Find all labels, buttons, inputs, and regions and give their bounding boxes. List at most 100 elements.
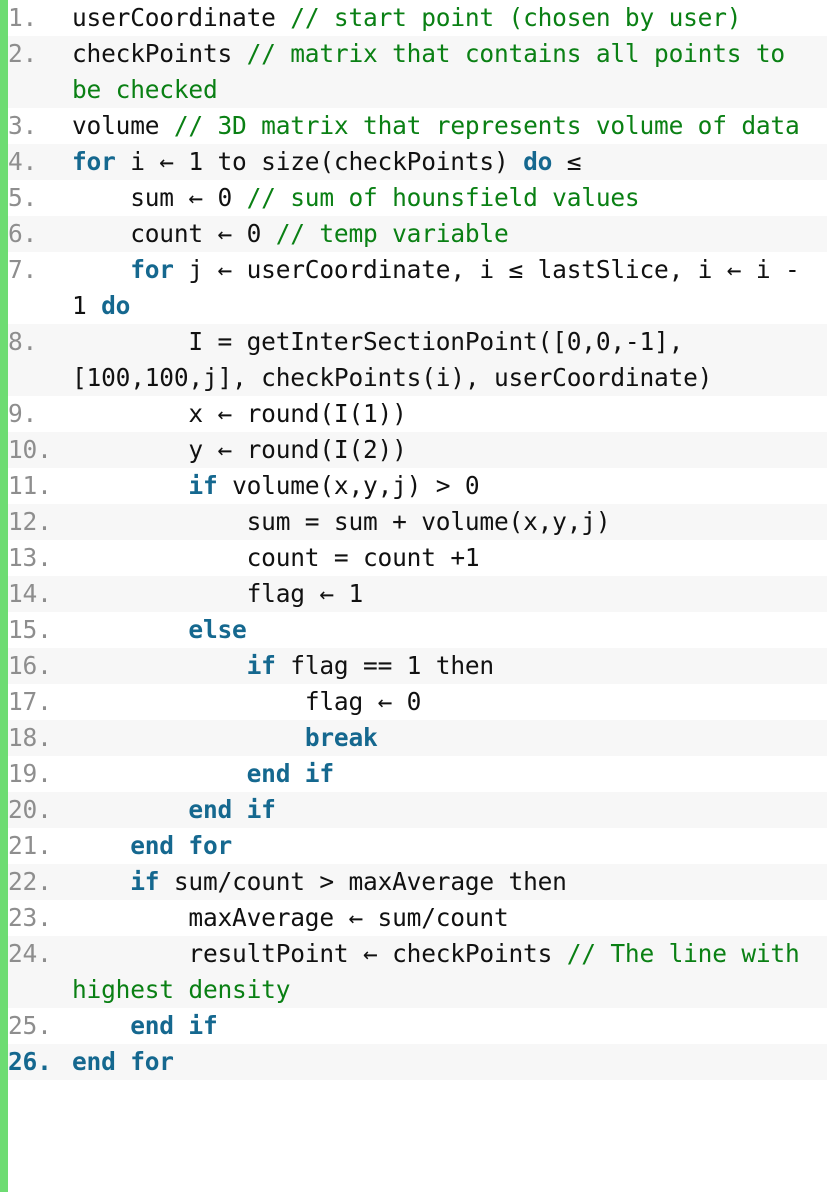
line-number: 21. bbox=[8, 831, 52, 860]
token-plain: volume bbox=[72, 111, 174, 140]
token-comment: // sum of hounsfield values bbox=[246, 183, 640, 212]
code-text: y ← round(I(2)) bbox=[72, 432, 827, 468]
code-line: 12. sum = sum + volume(x,y,j) bbox=[8, 504, 827, 540]
code-line: 21. end for bbox=[8, 828, 827, 864]
line-number: 18. bbox=[8, 723, 52, 752]
token-keyword: end if bbox=[130, 1011, 218, 1040]
token-plain: sum ← 0 bbox=[72, 183, 247, 212]
code-line: 26. end for bbox=[8, 1044, 827, 1080]
token-plain: i ← 1 to size(checkPoints) bbox=[115, 147, 524, 176]
line-number: 22. bbox=[8, 867, 52, 896]
code-text: count ← 0 // temp variable bbox=[72, 216, 827, 252]
token-plain: y ← round(I(2)) bbox=[72, 435, 407, 464]
line-number: 25. bbox=[8, 1011, 52, 1040]
code-text: for j ← userCoordinate, i ≤ lastSlice, i… bbox=[72, 252, 827, 324]
token-plain: count = count +1 bbox=[72, 543, 480, 572]
line-number: 19. bbox=[8, 759, 52, 788]
code-line: 17. flag ← 0 bbox=[8, 684, 827, 720]
line-number: 9. bbox=[8, 399, 38, 428]
code-text: end if bbox=[72, 792, 827, 828]
line-number: 24. bbox=[8, 939, 52, 968]
code-line: 15. else bbox=[8, 612, 827, 648]
code-text: end if bbox=[72, 756, 827, 792]
code-text: resultPoint ← checkPoints // The line wi… bbox=[72, 936, 827, 1008]
code-line: 20. end if bbox=[8, 792, 827, 828]
line-number: 2. bbox=[8, 39, 38, 68]
token-keyword: for bbox=[130, 255, 174, 284]
line-number: 16. bbox=[8, 651, 52, 680]
code-line: 25. end if bbox=[8, 1008, 827, 1044]
code-line: 4. for i ← 1 to size(checkPoints) do ≤ bbox=[8, 144, 827, 180]
token-plain: x ← round(I(1)) bbox=[72, 399, 407, 428]
token-keyword: break bbox=[304, 723, 378, 752]
token-plain: checkPoints bbox=[72, 39, 247, 68]
token-plain: userCoordinate bbox=[72, 3, 291, 32]
code-line: 6. count ← 0 // temp variable bbox=[8, 216, 827, 252]
code-text: if volume(x,y,j) > 0 bbox=[72, 468, 827, 504]
token-keyword: do bbox=[523, 147, 553, 176]
line-number: 3. bbox=[8, 111, 38, 140]
line-number: 5. bbox=[8, 183, 38, 212]
code-text: break bbox=[72, 720, 827, 756]
code-text: flag ← 1 bbox=[72, 576, 827, 612]
token-comment: // temp variable bbox=[275, 219, 509, 248]
line-number: 15. bbox=[8, 615, 52, 644]
line-number: 10. bbox=[8, 435, 52, 464]
line-number: 13. bbox=[8, 543, 52, 572]
token-plain: maxAverage ← sum/count bbox=[72, 903, 509, 932]
code-text: volume // 3D matrix that represents volu… bbox=[72, 108, 827, 144]
code-text: sum = sum + volume(x,y,j) bbox=[72, 504, 827, 540]
code-line: 16. if flag == 1 then bbox=[8, 648, 827, 684]
code-line: 19. end if bbox=[8, 756, 827, 792]
token-keyword: end if bbox=[188, 795, 276, 824]
token-comment: // start point (chosen by user) bbox=[290, 3, 742, 32]
code-text: if sum/count > maxAverage then bbox=[72, 864, 827, 900]
code-line: 10. y ← round(I(2)) bbox=[8, 432, 827, 468]
token-keyword: else bbox=[188, 615, 247, 644]
code-text: end for bbox=[72, 828, 827, 864]
code-line: 22. if sum/count > maxAverage then bbox=[8, 864, 827, 900]
code-line: 14. flag ← 1 bbox=[8, 576, 827, 612]
code-line: 23. maxAverage ← sum/count bbox=[8, 900, 827, 936]
token-plain: j ← userCoordinate, i ≤ lastSlice, i ← i… bbox=[72, 255, 815, 320]
token-plain: flag ← 0 bbox=[72, 687, 422, 716]
code-line: 9. x ← round(I(1)) bbox=[8, 396, 827, 432]
token-keyword: end for bbox=[130, 831, 233, 860]
code-line: 18. break bbox=[8, 720, 827, 756]
pseudocode-listing: 1. userCoordinate // start point (chosen … bbox=[0, 0, 827, 1192]
code-text: I = getInterSectionPoint([0,0,-1],[100,1… bbox=[72, 324, 827, 396]
code-line: 7. for j ← userCoordinate, i ≤ lastSlice… bbox=[8, 252, 827, 324]
line-number: 8. bbox=[8, 327, 38, 356]
token-plain: flag == 1 then bbox=[275, 651, 494, 680]
line-number: 6. bbox=[8, 219, 38, 248]
code-text: end if bbox=[72, 1008, 827, 1044]
code-text: sum ← 0 // sum of hounsfield values bbox=[72, 180, 827, 216]
line-number: 17. bbox=[8, 687, 52, 716]
token-plain: count ← 0 bbox=[72, 219, 276, 248]
code-text: userCoordinate // start point (chosen by… bbox=[72, 0, 827, 36]
code-line: 5. sum ← 0 // sum of hounsfield values bbox=[8, 180, 827, 216]
code-line: 2. checkPoints // matrix that contains al… bbox=[8, 36, 827, 108]
token-plain: volume(x,y,j) > 0 bbox=[217, 471, 480, 500]
token-plain: flag ← 1 bbox=[72, 579, 364, 608]
token-plain: sum = sum + volume(x,y,j) bbox=[72, 507, 611, 536]
code-line: 8. I = getInterSectionPoint([0,0,-1],[10… bbox=[8, 324, 827, 396]
code-text: checkPoints // matrix that contains all … bbox=[72, 36, 827, 108]
token-keyword: end if bbox=[246, 759, 335, 788]
code-line: 1. userCoordinate // start point (chosen … bbox=[8, 0, 827, 36]
token-keyword: end for bbox=[72, 1047, 174, 1076]
code-text: for i ← 1 to size(checkPoints) do ≤ bbox=[72, 144, 827, 180]
token-plain: ≤ bbox=[552, 147, 582, 176]
line-number: 1. bbox=[8, 3, 38, 32]
line-number: 11. bbox=[8, 471, 52, 500]
token-plain: resultPoint ← checkPoints bbox=[72, 939, 567, 968]
token-keyword: if bbox=[246, 651, 276, 680]
code-text: end for bbox=[72, 1044, 827, 1080]
code-text: x ← round(I(1)) bbox=[72, 396, 827, 432]
code-line: 13. count = count +1 bbox=[8, 540, 827, 576]
